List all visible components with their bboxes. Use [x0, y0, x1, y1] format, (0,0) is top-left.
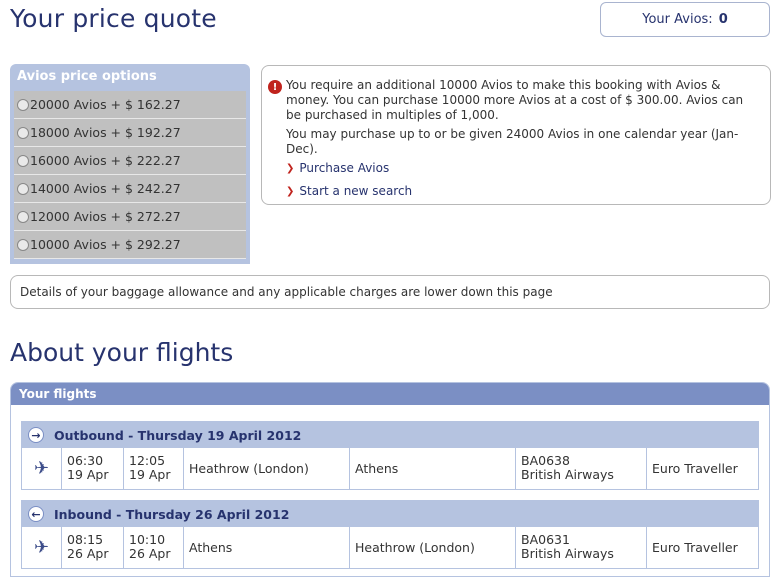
departure-cell: 08:15 26 Apr [62, 527, 124, 568]
page-title: Your price quote [10, 4, 217, 33]
purchase-avios-row: ❯ Purchase Avios [286, 161, 760, 176]
inbound-leg: ← Inbound - Thursday 26 April 2012 ✈ 08:… [21, 500, 759, 569]
price-options-title: Avios price options [17, 69, 157, 84]
chevron-right-icon: ❯ [286, 163, 295, 174]
outbound-leg: → Outbound - Thursday 19 April 2012 ✈ 06… [21, 421, 759, 490]
flight-number-cell: BA0631 British Airways [516, 527, 647, 568]
arrival-time: 10:10 [129, 532, 166, 547]
radio-button[interactable] [17, 126, 29, 139]
departure-time: 06:30 [67, 453, 104, 468]
airline-name: British Airways [521, 467, 614, 482]
departure-date: 19 Apr [67, 467, 109, 482]
departure-time: 08:15 [67, 532, 104, 547]
chevron-right-icon: ❯ [286, 186, 295, 197]
flight-row: ✈ 06:30 19 Apr 12:05 19 Apr Heathrow (Lo… [22, 448, 758, 489]
new-search-row: ❯ Start a new search [286, 184, 760, 199]
warning-text: You require an additional 10000 Avios to… [286, 78, 744, 122]
price-option-label: 12000 Avios + $ 272.27 [30, 209, 181, 224]
warning-limit-text: You may purchase up to or be given 24000… [286, 127, 739, 156]
arrival-cell: 12:05 19 Apr [124, 448, 184, 489]
flight-row: ✈ 08:15 26 Apr 10:10 26 Apr Athens Heath… [22, 527, 758, 568]
arrival-time: 12:05 [129, 453, 166, 468]
outbound-heading: Outbound - Thursday 19 April 2012 [54, 427, 302, 443]
price-option[interactable]: 16000 Avios + $ 222.27 [14, 147, 246, 175]
origin-airport: Athens [184, 527, 350, 568]
arrival-cell: 10:10 26 Apr [124, 527, 184, 568]
radio-button[interactable] [17, 98, 29, 111]
avios-price-options-panel: Avios price options 20000 Avios + $ 162.… [10, 64, 250, 264]
airline-name: British Airways [521, 546, 614, 561]
arrival-date: 26 Apr [129, 546, 171, 561]
price-option[interactable]: 18000 Avios + $ 192.27 [14, 119, 246, 147]
destination-airport: Athens [350, 448, 516, 489]
departure-date: 26 Apr [67, 546, 109, 561]
price-option[interactable]: 14000 Avios + $ 242.27 [14, 175, 246, 203]
avios-balance-box: Your Avios: 0 [600, 2, 770, 37]
inbound-heading-bar: ← Inbound - Thursday 26 April 2012 [22, 501, 758, 527]
baggage-note: Details of your baggage allowance and an… [10, 275, 770, 309]
price-option-label: 18000 Avios + $ 192.27 [30, 125, 181, 140]
exclamation-icon: ! [268, 80, 282, 94]
price-option-label: 10000 Avios + $ 292.27 [30, 237, 181, 252]
plane-icon-cell: ✈ [22, 527, 62, 568]
flights-section-title: About your flights [10, 338, 234, 367]
flight-number-cell: BA0638 British Airways [516, 448, 647, 489]
price-option-label: 14000 Avios + $ 242.27 [30, 181, 181, 196]
avios-balance-value: 0 [718, 12, 728, 27]
departure-cell: 06:30 19 Apr [62, 448, 124, 489]
cabin-class: Euro Traveller [652, 460, 738, 476]
radio-button[interactable] [17, 238, 29, 251]
origin-airport: Heathrow (London) [184, 448, 350, 489]
arrow-left-icon: ← [28, 506, 44, 522]
flight-number: BA0638 [521, 453, 570, 468]
avios-warning-box: ! You require an additional 10000 Avios … [261, 65, 771, 205]
your-flights-panel: Your flights → Outbound - Thursday 19 Ap… [10, 382, 770, 577]
outbound-heading-bar: → Outbound - Thursday 19 April 2012 [22, 422, 758, 448]
inbound-heading: Inbound - Thursday 26 April 2012 [54, 506, 290, 522]
avios-balance-label: Your Avios: [642, 12, 713, 27]
flight-number: BA0631 [521, 532, 570, 547]
price-option[interactable]: 10000 Avios + $ 292.27 [14, 231, 246, 259]
airplane-icon: ✈ [33, 536, 50, 558]
destination-airport: Heathrow (London) [350, 527, 516, 568]
start-new-search-link[interactable]: Start a new search [299, 184, 412, 199]
price-option[interactable]: 12000 Avios + $ 272.27 [14, 203, 246, 231]
plane-icon-cell: ✈ [22, 448, 62, 489]
radio-button[interactable] [17, 210, 29, 223]
radio-button[interactable] [17, 182, 29, 195]
arrival-date: 19 Apr [129, 467, 171, 482]
arrow-right-icon: → [28, 427, 44, 443]
purchase-avios-link[interactable]: Purchase Avios [299, 161, 389, 176]
airplane-icon: ✈ [33, 457, 50, 479]
price-option-label: 16000 Avios + $ 222.27 [30, 153, 181, 168]
radio-button[interactable] [17, 154, 29, 167]
price-option[interactable]: 20000 Avios + $ 162.27 [14, 91, 246, 119]
your-flights-title: Your flights [11, 383, 769, 405]
price-option-label: 20000 Avios + $ 162.27 [30, 97, 181, 112]
cabin-class: Euro Traveller [652, 539, 738, 555]
